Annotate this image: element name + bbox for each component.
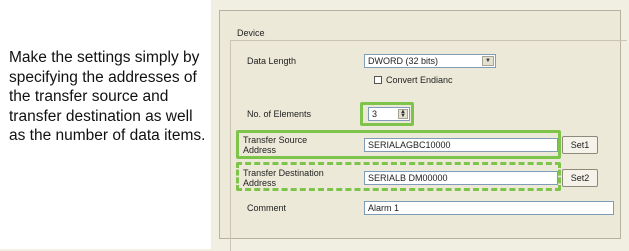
- comment-label: Comment: [247, 203, 287, 213]
- transfer-destination-highlight: [236, 162, 561, 191]
- comment-input[interactable]: Alarm 1: [364, 201, 614, 215]
- no-of-elements-highlight: [360, 102, 414, 126]
- chevron-down-icon[interactable]: ▼: [482, 56, 494, 66]
- device-settings-panel: Device Data Length DWORD (32 bits) ▼ Con…: [219, 10, 627, 251]
- no-of-elements-label: No. of Elements: [247, 109, 312, 119]
- convert-endian-label: Convert Endianc: [386, 75, 453, 85]
- convert-endian-checkbox[interactable]: [374, 76, 382, 84]
- transfer-source-highlight: [236, 130, 561, 159]
- data-length-select[interactable]: DWORD (32 bits) ▼: [364, 54, 496, 68]
- device-group-title: Device: [237, 28, 265, 38]
- explanation-callout: Make the settings simply by specifying t…: [0, 0, 211, 249]
- set2-button[interactable]: Set2: [562, 169, 598, 187]
- set1-button[interactable]: Set1: [562, 136, 598, 154]
- data-length-value: DWORD (32 bits): [368, 56, 439, 66]
- explanation-text: Make the settings simply by specifying t…: [9, 49, 206, 144]
- data-length-label: Data Length: [247, 56, 297, 66]
